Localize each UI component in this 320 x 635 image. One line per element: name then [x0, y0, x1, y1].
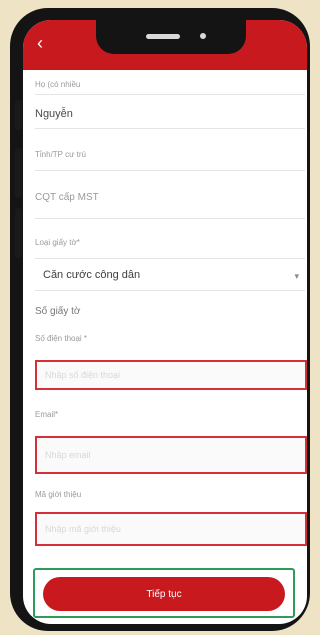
- volume-down-button: [15, 208, 22, 258]
- divider: [35, 218, 305, 219]
- family-name-value[interactable]: Nguyễn: [35, 108, 73, 120]
- divider: [35, 258, 305, 259]
- email-field[interactable]: [35, 436, 307, 474]
- divider: [35, 128, 305, 129]
- referral-field[interactable]: [35, 512, 307, 546]
- phone-label: Số điện thoại *: [35, 334, 88, 343]
- chevron-left-icon[interactable]: ‹: [37, 34, 43, 52]
- id-type-label: Loại giấy tờ*: [35, 238, 80, 247]
- continue-button[interactable]: Tiếp tục: [43, 577, 285, 611]
- phone-field[interactable]: [35, 360, 307, 390]
- speaker-grille: [145, 34, 180, 39]
- id-type-select[interactable]: Căn cước công dân: [43, 269, 140, 281]
- id-number-title: Số giấy tờ: [35, 306, 81, 317]
- email-input[interactable]: [37, 438, 305, 472]
- mute-switch: [15, 100, 22, 130]
- chevron-down-icon[interactable]: ▾: [294, 271, 299, 282]
- email-label: Email*: [35, 410, 59, 419]
- province-label[interactable]: Tỉnh/TP cư trú: [35, 150, 86, 159]
- app-screen: ‹ Họ (có nhiều Nguyễn Tỉnh/TP cư trú CQT…: [23, 20, 307, 624]
- family-name-label: Họ (có nhiều: [35, 80, 81, 89]
- divider: [35, 290, 305, 291]
- front-camera: [199, 33, 206, 39]
- tax-office-label[interactable]: CQT cấp MST: [35, 192, 99, 203]
- phone-notch: [95, 20, 246, 54]
- volume-up-button: [15, 148, 22, 198]
- continue-highlight: Tiếp tục: [33, 568, 295, 618]
- divider: [35, 170, 305, 171]
- phone-input[interactable]: [37, 362, 305, 388]
- divider: [35, 94, 305, 95]
- referral-label: Mã giới thiệu: [35, 490, 82, 499]
- referral-input[interactable]: [37, 514, 305, 544]
